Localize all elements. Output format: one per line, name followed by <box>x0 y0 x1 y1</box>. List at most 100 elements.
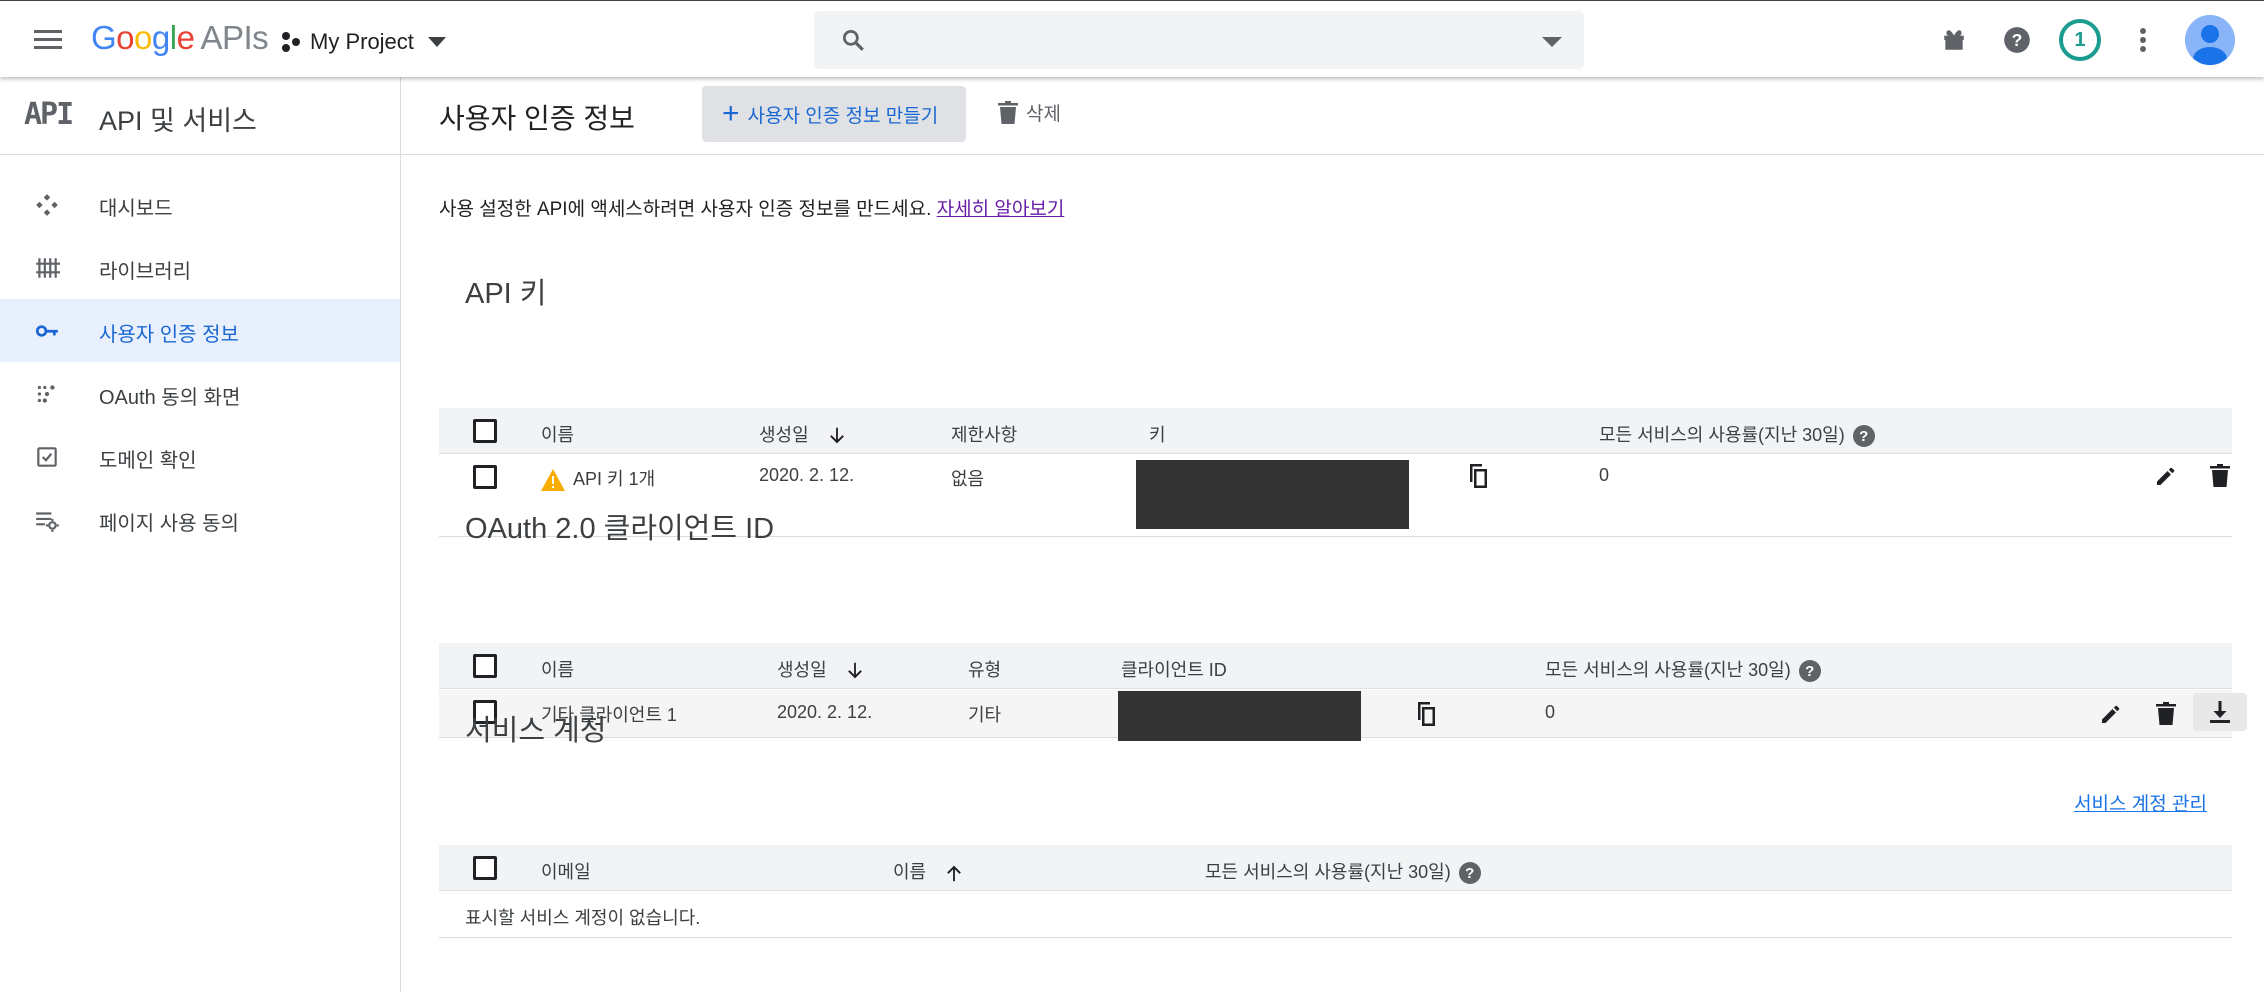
column-header-usage: 모든 서비스의 사용률(지난 30일)? <box>1205 858 1481 885</box>
help-icon[interactable]: ? <box>1798 660 1821 683</box>
page-title: 사용자 인증 정보 <box>439 103 635 134</box>
project-name: My Project <box>310 29 414 54</box>
sidebar-header: API API 및 서비스 <box>0 77 400 155</box>
arrow-down-icon <box>829 428 844 444</box>
api-keys-table-header: 이름 생성일 제한사항 키 모든 서비스의 사용률(지난 30일)? <box>439 408 2232 454</box>
sidebar-nav: 대시보드 라이브러리 사용자 인증 정보 OAuth 동의 화면 도메인 확인 … <box>0 173 400 551</box>
search-icon <box>842 29 864 51</box>
sidebar: API API 및 서비스 대시보드 라이브러리 사용자 인증 정보 OAuth… <box>0 77 401 992</box>
api-key-restriction: 없음 <box>951 469 985 489</box>
logo-apis: APIs <box>200 19 269 56</box>
copy-icon[interactable] <box>1405 694 1445 734</box>
oauth-client-type: 기타 <box>968 705 1002 725</box>
search-dropdown-icon[interactable] <box>1542 37 1562 47</box>
project-dots-icon <box>282 32 300 52</box>
create-credentials-button[interactable]: + 사용자 인증 정보 만들기 <box>702 86 966 142</box>
delete-row-icon[interactable] <box>2200 456 2240 496</box>
redacted-client-id <box>1118 691 1361 741</box>
column-header-created-label: 생성일 <box>777 660 827 680</box>
column-header-usage-label: 모든 서비스의 사용률(지난 30일) <box>1599 425 1845 445</box>
column-header-client-id: 클라이언트 ID <box>1121 660 1227 680</box>
empty-state-message: 표시할 서비스 계정이 없습니다. <box>465 908 701 928</box>
api-key-created: 2020. 2. 12. <box>759 465 855 485</box>
learn-more-link[interactable]: 자세히 알아보기 <box>937 199 1065 220</box>
help-icon[interactable]: ? <box>1852 425 1875 448</box>
column-header-created-label: 생성일 <box>759 425 809 445</box>
sidebar-title: API 및 서비스 <box>99 106 257 136</box>
svg-text:?: ? <box>2012 30 2023 50</box>
empty-state-row: 표시할 서비스 계정이 없습니다. <box>439 892 2232 938</box>
api-key-name-label: API 키 1개 <box>573 469 656 489</box>
oauth-client-created: 2020. 2. 12. <box>777 702 873 722</box>
sidebar-item-dashboard[interactable]: 대시보드 <box>0 173 400 236</box>
search-bar[interactable] <box>814 11 1584 69</box>
search-input[interactable] <box>886 23 1486 57</box>
sidebar-item-domain-verification[interactable]: 도메인 확인 <box>0 425 400 488</box>
column-header-type: 유형 <box>968 660 1002 680</box>
column-header-restrictions: 제한사항 <box>951 425 1018 445</box>
more-vert-icon[interactable] <box>2126 23 2160 57</box>
delete-label: 삭제 <box>1026 104 1061 125</box>
notifications-badge[interactable]: 1 <box>2059 19 2101 61</box>
column-header-usage-label: 모든 서비스의 사용률(지난 30일) <box>1205 862 1451 882</box>
oauth-table-header: 이름 생성일 유형 클라이언트 ID 모든 서비스의 사용률(지난 30일)? <box>439 643 2232 689</box>
account-avatar[interactable] <box>2185 15 2235 65</box>
select-all-checkbox[interactable] <box>473 654 497 678</box>
edit-icon[interactable] <box>2091 694 2131 734</box>
column-header-email: 이메일 <box>541 862 591 882</box>
arrow-up-icon <box>947 865 962 882</box>
arrow-down-icon <box>847 663 862 679</box>
key-icon <box>35 325 58 337</box>
sidebar-item-oauth-consent[interactable]: OAuth 동의 화면 <box>0 362 400 425</box>
project-selector[interactable]: My Project <box>280 25 446 59</box>
delete-row-icon[interactable] <box>2146 694 2186 734</box>
dashboard-icon <box>36 194 58 216</box>
sidebar-item-label: 라이브러리 <box>99 261 191 283</box>
google-apis-logo[interactable]: Google APIs <box>91 19 269 57</box>
trash-icon <box>998 100 1018 124</box>
sidebar-item-label: 페이지 사용 동의 <box>99 513 239 535</box>
domain-check-icon <box>37 447 57 467</box>
logo-google: Google <box>91 19 195 56</box>
gift-icon[interactable] <box>1937 23 1971 57</box>
delete-button[interactable]: 삭제 <box>998 99 1061 126</box>
column-header-name: 이름 <box>541 425 575 445</box>
api-key-name: API 키 1개 <box>541 465 656 492</box>
select-all-checkbox[interactable] <box>473 856 497 880</box>
column-header-name: 이름 <box>541 660 575 680</box>
api-logo-icon: API <box>24 97 74 132</box>
sidebar-item-label: 사용자 인증 정보 <box>99 324 239 346</box>
main-header: 사용자 인증 정보 + 사용자 인증 정보 만들기 삭제 <box>401 77 2264 155</box>
edit-icon[interactable] <box>2146 456 2186 496</box>
row-checkbox[interactable] <box>473 465 497 489</box>
column-header-created[interactable]: 생성일 <box>759 421 848 447</box>
column-header-name-label: 이름 <box>893 862 927 882</box>
top-app-bar: Google APIs My Project ? 1 <box>0 0 2264 77</box>
table-row: 기타 클라이언트 1 2020. 2. 12. 기타 0 <box>439 690 2247 741</box>
create-credentials-label: 사용자 인증 정보 만들기 <box>747 105 939 127</box>
sidebar-item-library[interactable]: 라이브러리 <box>0 236 400 299</box>
sidebar-item-page-usage-agreement[interactable]: 페이지 사용 동의 <box>0 488 400 551</box>
library-icon <box>36 258 60 278</box>
select-all-checkbox[interactable] <box>473 419 497 443</box>
hamburger-menu-icon[interactable] <box>28 23 68 57</box>
oauth-section-title: OAuth 2.0 클라이언트 ID <box>465 513 775 545</box>
page-usage-icon <box>36 512 59 532</box>
plus-icon: + <box>722 97 740 130</box>
sidebar-item-label: 대시보드 <box>99 198 173 220</box>
column-header-usage-label: 모든 서비스의 사용률(지난 30일) <box>1545 660 1791 680</box>
help-icon[interactable]: ? <box>2000 23 2034 57</box>
column-header-usage: 모든 서비스의 사용률(지난 30일)? <box>1599 421 1875 448</box>
api-key-usage: 0 <box>1599 465 1610 485</box>
oauth-consent-icon <box>37 385 55 403</box>
description-text: 사용 설정한 API에 액세스하려면 사용자 인증 정보를 만드세요. <box>439 199 932 220</box>
copy-icon[interactable] <box>1457 456 1497 496</box>
download-icon[interactable] <box>2193 693 2247 731</box>
column-header-name[interactable]: 이름 <box>893 858 965 884</box>
column-header-created[interactable]: 생성일 <box>777 656 866 682</box>
sidebar-item-label: OAuth 동의 화면 <box>99 387 241 409</box>
sidebar-item-credentials[interactable]: 사용자 인증 정보 <box>0 299 400 362</box>
credentials-description: 사용 설정한 API에 액세스하려면 사용자 인증 정보를 만드세요. 자세히 … <box>439 194 1064 221</box>
api-keys-section-title: API 키 <box>465 278 547 310</box>
help-icon[interactable]: ? <box>1458 862 1481 885</box>
